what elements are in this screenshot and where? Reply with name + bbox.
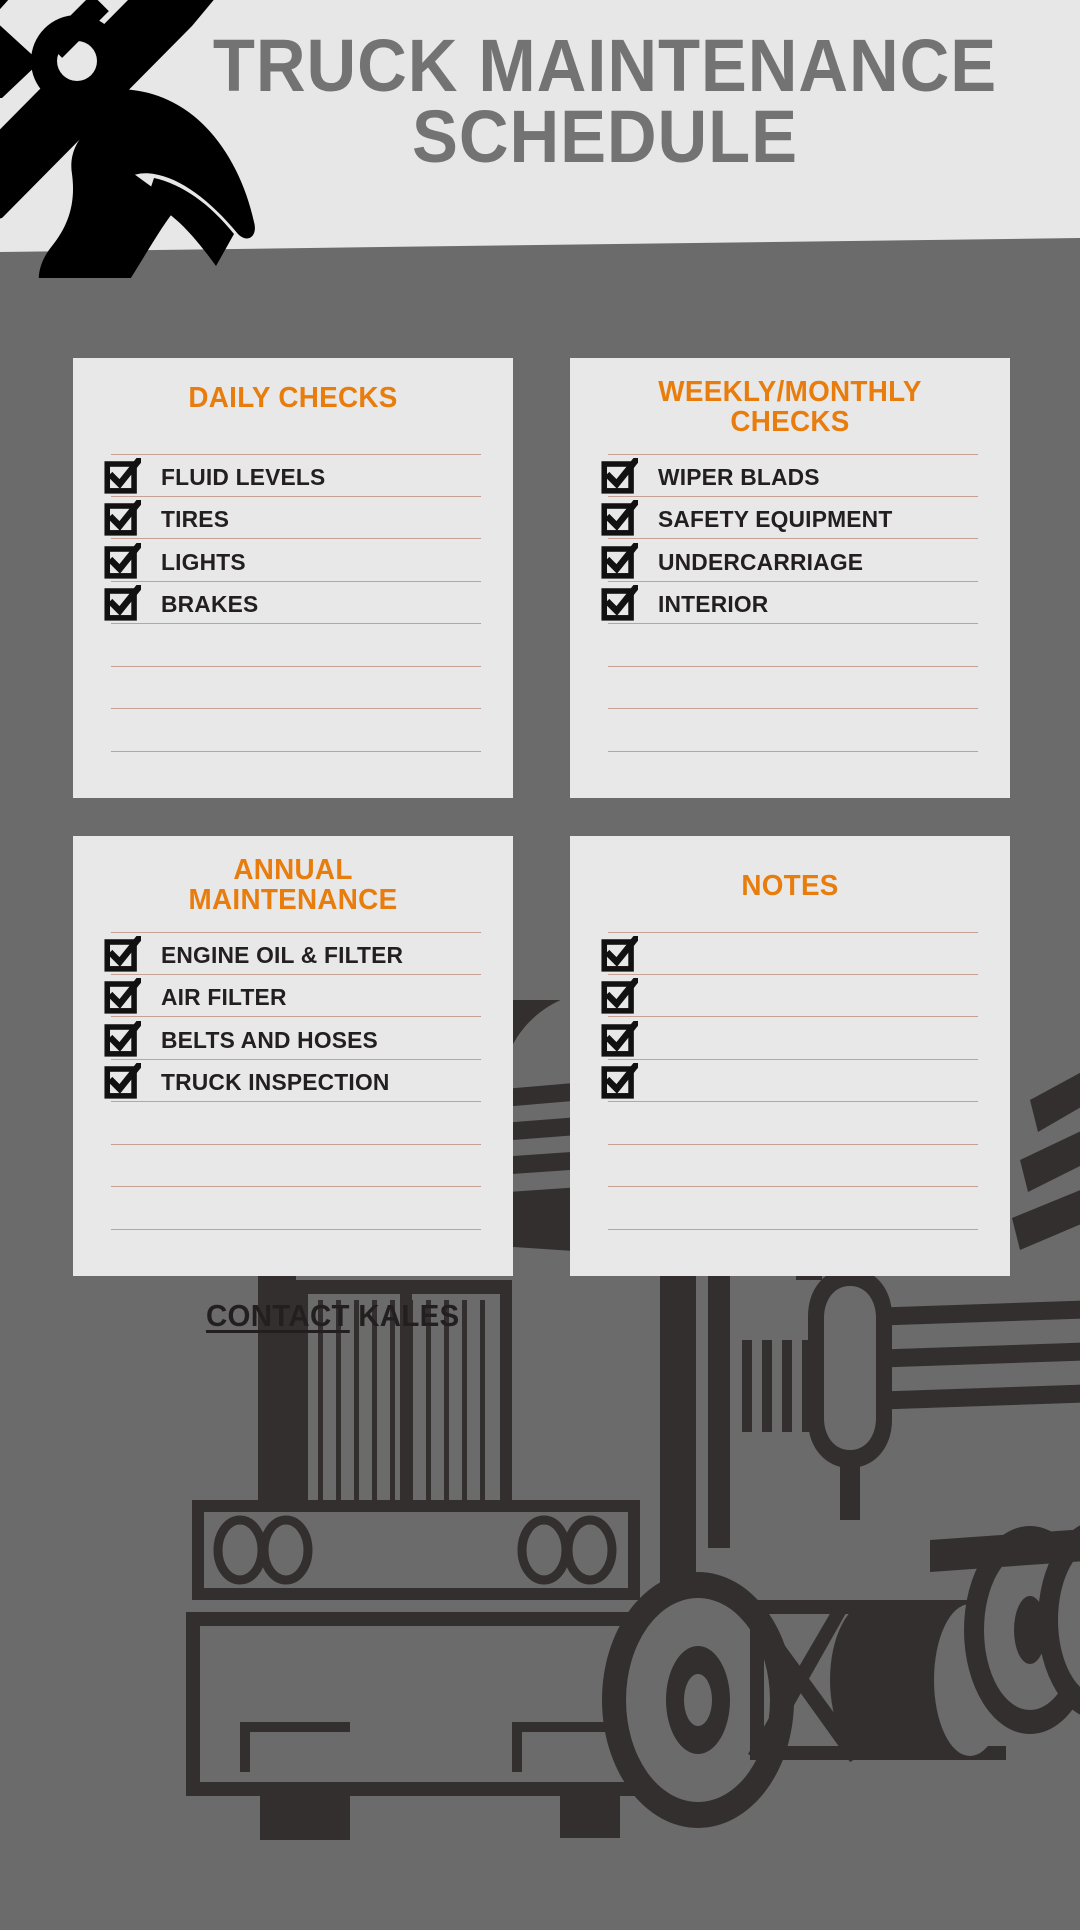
checklist-row[interactable] xyxy=(608,624,978,667)
checklist-row[interactable]: BELTS AND HOSES xyxy=(104,1017,481,1060)
checkbox-checked-icon[interactable] xyxy=(104,585,141,622)
checklist-row[interactable]: AIR FILTER xyxy=(104,975,481,1017)
checklist-row[interactable]: SAFETY EQUIPMENT xyxy=(601,497,978,539)
checkbox-checked-icon[interactable] xyxy=(601,1063,638,1100)
card-lines: ENGINE OIL & FILTER AIR FILTER BELTS AND H… xyxy=(104,932,481,1230)
checklist-row[interactable] xyxy=(608,1187,978,1230)
checkbox-checked-icon[interactable] xyxy=(601,500,638,537)
checkbox-checked-icon[interactable] xyxy=(601,457,638,495)
checklist-row[interactable]: LIGHTS xyxy=(104,539,481,582)
checklist-label: AIR FILTER xyxy=(161,984,287,1010)
card-lines: FLUID LEVELS TIRES LIGHTS BRAKES xyxy=(104,454,481,752)
card-title: WEEKLY/MONTHLY CHECKS xyxy=(658,376,922,438)
checklist-row[interactable] xyxy=(111,624,481,667)
card-weekly-monthly-checks: WEEKLY/MONTHLY CHECKS WIPER BLADS SAFETY … xyxy=(570,358,1010,798)
checklist-row[interactable] xyxy=(608,1145,978,1187)
contact-name: KALES xyxy=(349,1298,460,1333)
card-lines xyxy=(601,932,978,1230)
checkbox-checked-icon[interactable] xyxy=(104,542,141,580)
card-notes: NOTES xyxy=(570,836,1010,1276)
checklist-label: FLUID LEVELS xyxy=(161,463,326,490)
checklist-row[interactable]: INTERIOR xyxy=(601,582,978,624)
checklist-label: TRUCK INSPECTION xyxy=(161,1069,390,1095)
checkbox-checked-icon[interactable] xyxy=(601,542,638,580)
checklist-label: SAFETY EQUIPMENT xyxy=(658,506,893,532)
checklist-row[interactable] xyxy=(608,709,978,752)
checklist-row[interactable]: ENGINE OIL & FILTER xyxy=(104,932,481,975)
card-title: NOTES xyxy=(741,870,839,902)
checklist-row[interactable] xyxy=(608,1102,978,1145)
checklist-row[interactable]: FLUID LEVELS xyxy=(104,454,481,497)
checklist-row[interactable] xyxy=(601,1060,978,1102)
page-title: TRUCK MAINTENANCE SCHEDULE xyxy=(212,24,998,179)
checklist-row[interactable] xyxy=(111,1187,481,1230)
checkbox-checked-icon[interactable] xyxy=(104,1063,141,1100)
checklist-row[interactable]: WIPER BLADS xyxy=(601,454,978,497)
checkbox-checked-icon[interactable] xyxy=(601,1020,638,1058)
checklist-row[interactable]: BRAKES xyxy=(104,582,481,624)
card-daily-checks: DAILY CHECKS FLUID LEVELS TIRES LIGHTS BRAK… xyxy=(73,358,513,798)
checkbox-checked-icon[interactable] xyxy=(601,978,638,1015)
checkbox-checked-icon[interactable] xyxy=(104,457,141,495)
card-annual-maintenance: ANNUAL MAINTENANCE ENGINE OIL & FILTER AI… xyxy=(73,836,513,1276)
checklist-label: TIRES xyxy=(161,506,230,532)
checklist-row[interactable] xyxy=(111,667,481,709)
checklist-label: WIPER BLADS xyxy=(658,463,820,490)
contact-line[interactable]: CONTACT KALES xyxy=(206,1298,459,1334)
checklist-row[interactable]: TRUCK INSPECTION xyxy=(104,1060,481,1102)
checklist-label: BRAKES xyxy=(161,591,259,617)
checklist-row[interactable] xyxy=(111,1102,481,1145)
checklist-row[interactable] xyxy=(111,1145,481,1187)
checkbox-checked-icon[interactable] xyxy=(104,935,141,973)
checklist-label: BELTS AND HOSES xyxy=(161,1026,378,1053)
checklist-row[interactable] xyxy=(601,1017,978,1060)
contact-label: CONTACT xyxy=(206,1298,350,1333)
checkbox-checked-icon[interactable] xyxy=(104,1020,141,1058)
checklist-row[interactable] xyxy=(601,932,978,975)
header-band: TRUCK MAINTENANCE SCHEDULE xyxy=(0,0,1080,252)
checkbox-checked-icon[interactable] xyxy=(104,500,141,537)
checklist-label: UNDERCARRIAGE xyxy=(658,548,864,575)
card-lines: WIPER BLADS SAFETY EQUIPMENT UNDERCARRIAGE… xyxy=(601,454,978,752)
checklist-row[interactable]: UNDERCARRIAGE xyxy=(601,539,978,582)
checklist-label: LIGHTS xyxy=(161,548,246,575)
checkbox-checked-icon[interactable] xyxy=(601,585,638,622)
checklist-row[interactable]: TIRES xyxy=(104,497,481,539)
checklist-row[interactable] xyxy=(601,975,978,1017)
checkbox-checked-icon[interactable] xyxy=(104,978,141,1015)
checklist-label: ENGINE OIL & FILTER xyxy=(161,941,404,968)
checkbox-checked-icon[interactable] xyxy=(601,935,638,973)
checklist-row[interactable] xyxy=(111,709,481,752)
checklist-row[interactable] xyxy=(608,667,978,709)
checklist-label: INTERIOR xyxy=(658,591,769,617)
card-title: ANNUAL MAINTENANCE xyxy=(188,854,398,916)
card-title: DAILY CHECKS xyxy=(188,382,398,414)
